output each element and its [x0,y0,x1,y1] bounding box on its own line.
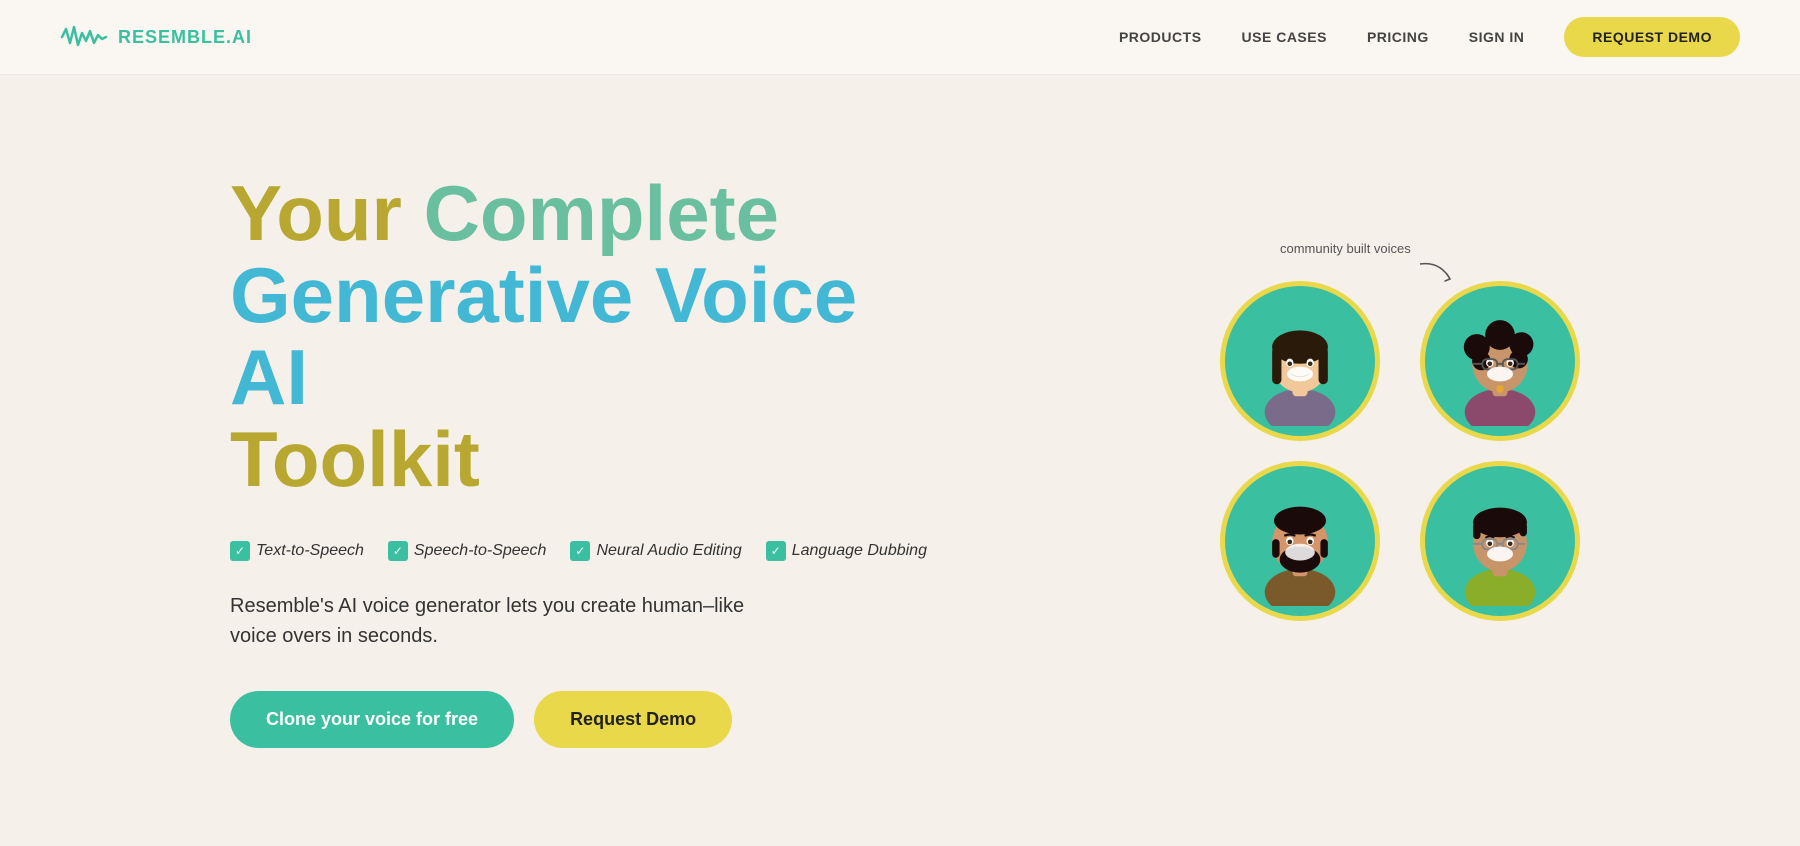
logo-wave-icon [60,23,108,51]
check-icon-tts: ✓ [230,541,250,561]
hero-description: Resemble's AI voice generator lets you c… [230,591,790,651]
feature-tts-label: Text-to-Speech [256,542,364,560]
logo[interactable]: RESEMBLE.AI [60,23,252,51]
feature-ld-label: Language Dubbing [792,542,927,560]
avatar-2[interactable] [1420,281,1580,441]
check-icon-ld: ✓ [766,541,786,561]
hero-section: Your Complete Generative Voice AI Toolki… [0,75,1800,846]
avatar-3[interactable] [1220,461,1380,621]
check-icon-nae: ✓ [570,541,590,561]
nav-products[interactable]: PRODUCTS [1119,29,1202,45]
navbar: RESEMBLE.AI PRODUCTS USE CASES PRICING S… [0,0,1800,75]
hero-title-line1: Your Complete [230,169,779,257]
feature-sts-label: Speech-to-Speech [414,542,547,560]
avatar-2-illustration [1445,296,1555,426]
request-demo-button[interactable]: Request Demo [534,691,732,748]
features-row: ✓ Text-to-Speech ✓ Speech-to-Speech ✓ Ne… [230,541,930,561]
hero-title-line3: Toolkit [230,415,480,503]
clone-voice-button[interactable]: Clone your voice for free [230,691,514,748]
avatar-1[interactable] [1220,281,1380,441]
nav-use-cases[interactable]: USE CASES [1242,29,1327,45]
logo-text: RESEMBLE.AI [118,27,252,48]
avatar-grid [1220,281,1600,621]
nav-sign-in[interactable]: SIGN IN [1469,29,1525,45]
feature-nae-label: Neural Audio Editing [596,542,741,560]
hero-title-line2: Generative Voice AI [230,251,857,421]
feature-sts: ✓ Speech-to-Speech [388,541,547,561]
avatar-4[interactable] [1420,461,1580,621]
nav-pricing[interactable]: PRICING [1367,29,1429,45]
avatar-4-illustration [1445,476,1555,606]
hero-title: Your Complete Generative Voice AI Toolki… [230,173,930,501]
hero-left: Your Complete Generative Voice AI Toolki… [230,173,930,748]
check-icon-sts: ✓ [388,541,408,561]
avatar-1-illustration [1245,296,1355,426]
hero-avatars: community built voices [1220,251,1600,671]
feature-nae: ✓ Neural Audio Editing [570,541,741,561]
feature-tts: ✓ Text-to-Speech [230,541,364,561]
avatar-3-illustration [1245,476,1355,606]
nav-links: PRODUCTS USE CASES PRICING SIGN IN REQUE… [1119,17,1740,57]
community-label: community built voices [1280,241,1411,256]
nav-request-demo-button[interactable]: REQUEST DEMO [1564,17,1740,57]
hero-buttons: Clone your voice for free Request Demo [230,691,930,748]
feature-ld: ✓ Language Dubbing [766,541,927,561]
